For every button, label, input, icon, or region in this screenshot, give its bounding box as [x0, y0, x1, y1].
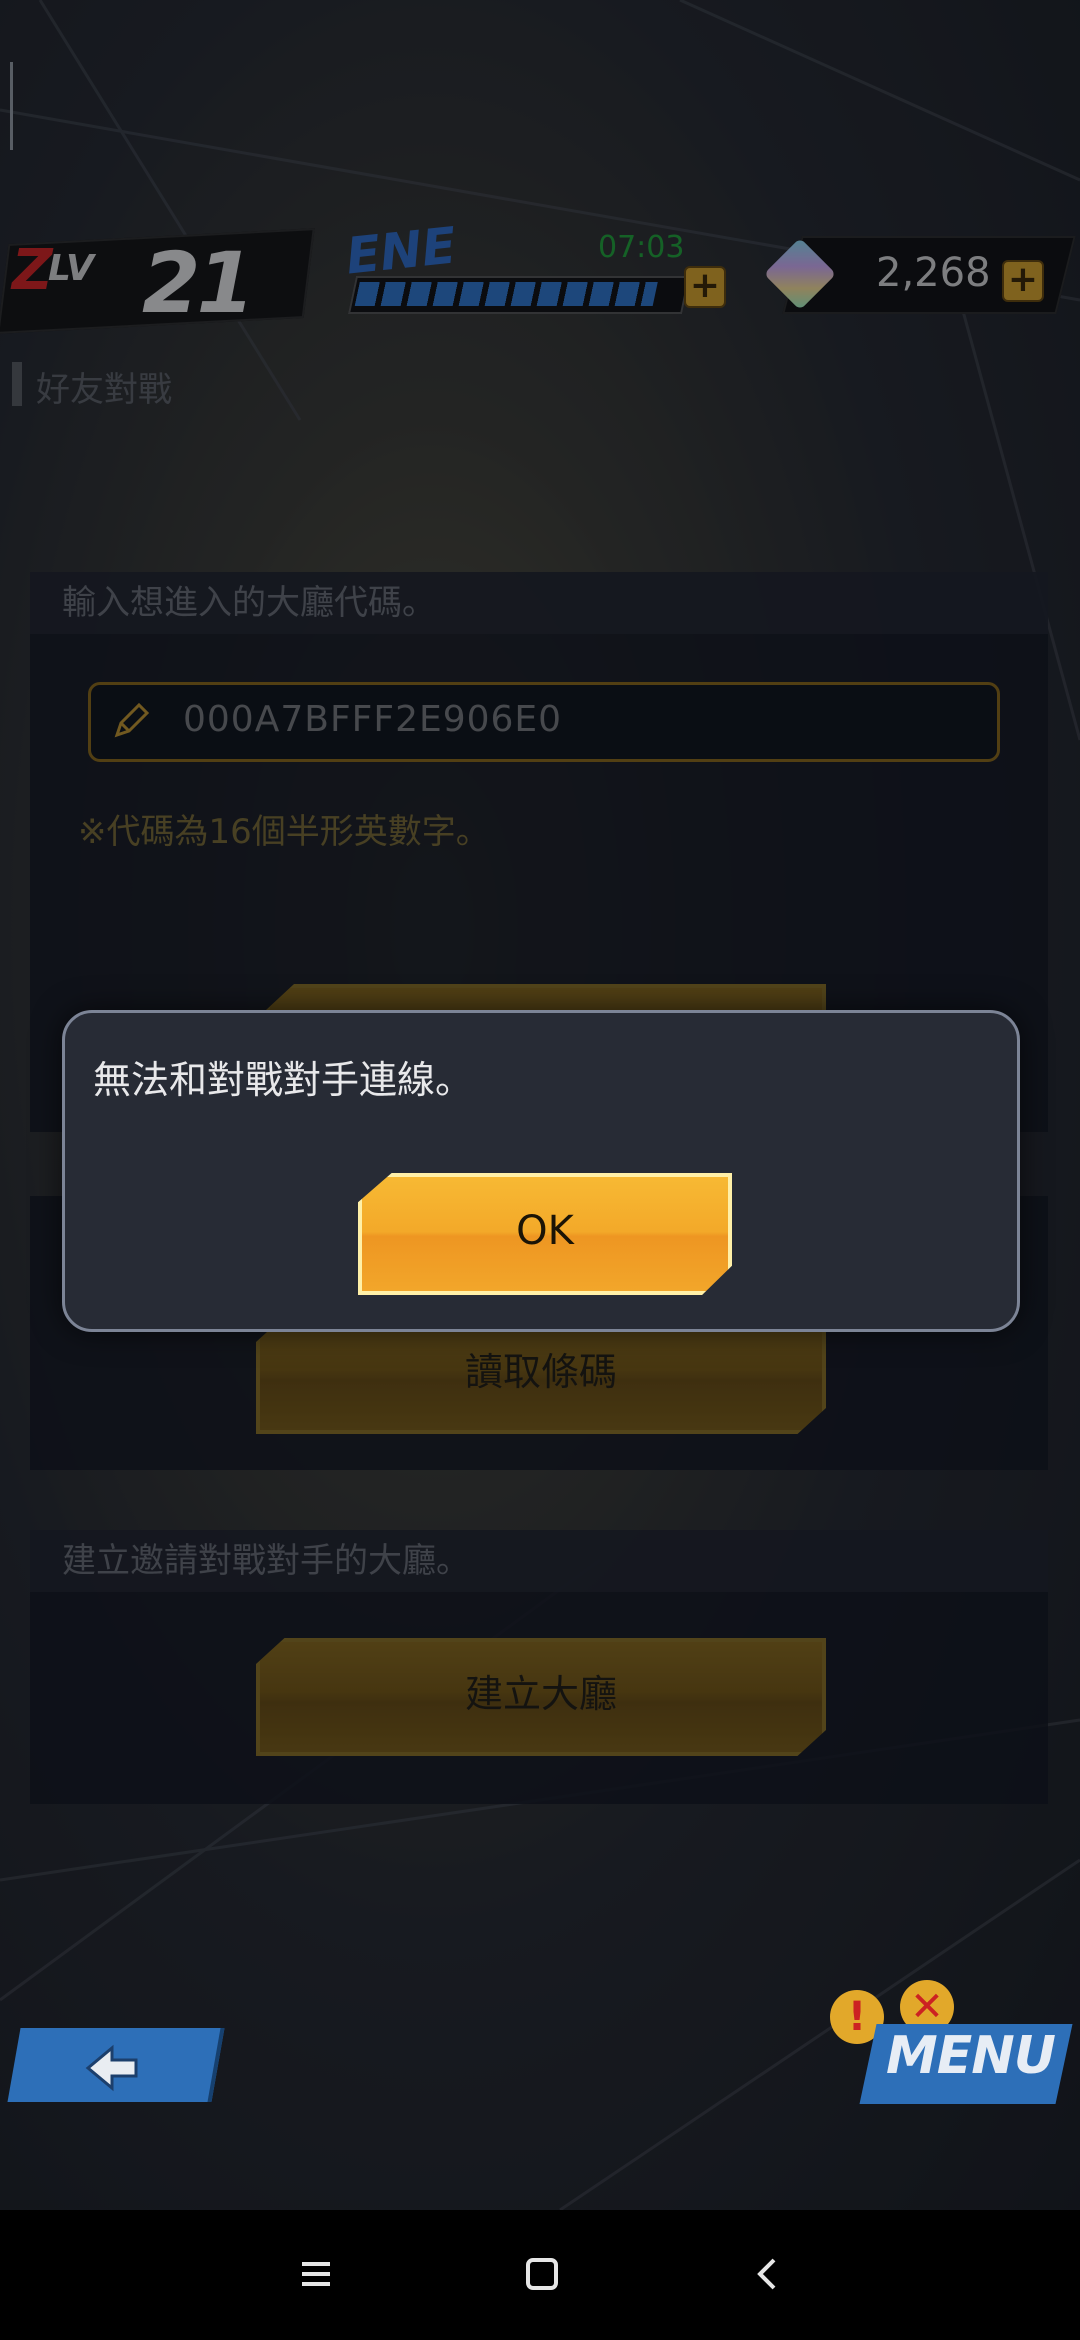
menu-lines-icon[interactable] — [296, 2254, 336, 2294]
menu-label: MENU — [886, 2026, 1056, 2086]
back-chevron-icon[interactable] — [748, 2254, 788, 2294]
connection-error-dialog: 無法和對戰對手連線。 OK — [62, 1010, 1020, 1332]
home-square-icon[interactable] — [522, 2254, 562, 2294]
ok-button[interactable]: OK — [358, 1173, 732, 1295]
dialog-message: 無法和對戰對手連線。 — [93, 1058, 474, 1102]
back-arrow-icon — [85, 2044, 138, 2092]
